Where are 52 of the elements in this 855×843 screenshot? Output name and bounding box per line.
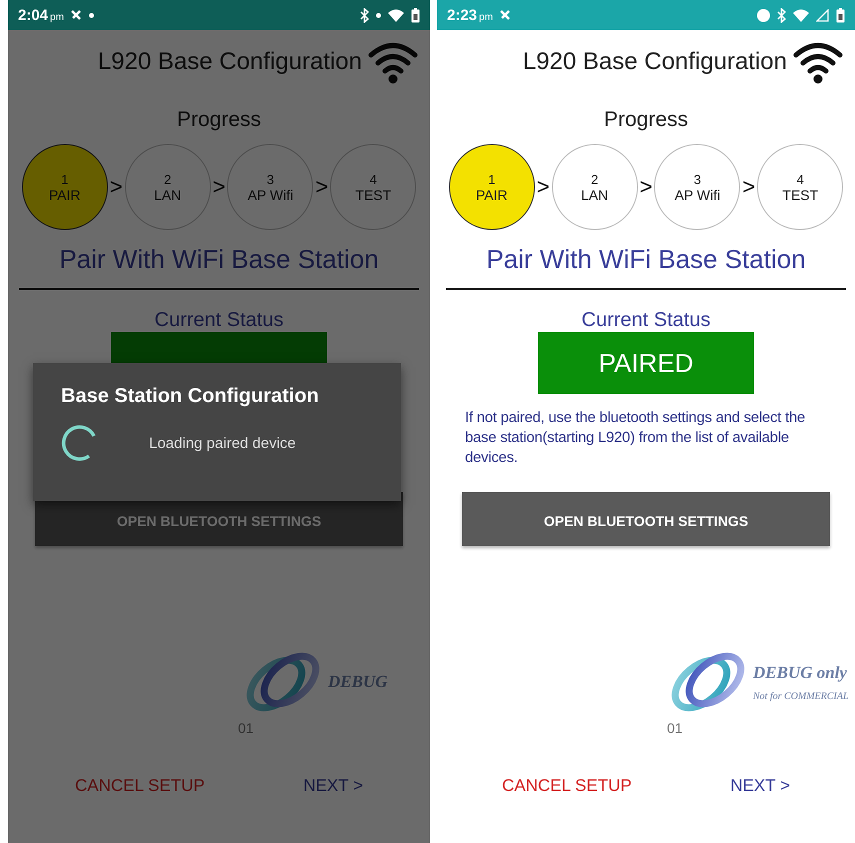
step-circle[interactable]: 3 AP Wifi [227,144,314,230]
wifi-icon [793,8,809,22]
wifi-icon [793,40,843,84]
dialog-title: Base Station Configuration [61,385,320,408]
step-arrow: > [742,174,756,200]
next-link[interactable]: NEXT > [297,772,369,800]
status-indicator: PAIRED [538,332,754,394]
bluetooth-settings-button[interactable]: OPEN BLUETOOTH SETTINGS [462,492,830,546]
step-arrow: > [315,174,328,200]
step-arrow: > [640,174,652,200]
battery-icon [836,8,845,22]
clock-period: pm [479,12,493,22]
dialog-message: Loading paired device [149,434,296,452]
step-circle[interactable]: 1 PAIR [22,144,108,230]
step-arrow: > [110,174,123,200]
clock-time: 2:23 [447,6,478,24]
cancel-setup-link[interactable]: CANCEL SETUP [69,772,211,800]
next-link[interactable]: NEXT > [724,772,796,800]
step-circle[interactable]: 4 TEST [330,144,416,230]
step-circle[interactable]: 3 AP Wifi [654,144,740,230]
section-heading: Pair With WiFi Base Station [59,244,379,275]
step-circle[interactable]: 1 PAIR [448,144,535,230]
logo-title: DEBUG only [753,662,848,682]
progress-label: Progress [176,108,262,132]
status-label: Current Status [154,309,284,332]
version-number: 01 [238,720,254,736]
circle-icon [757,8,770,22]
clock-period: pm [50,12,64,22]
step-arrow: > [536,174,550,200]
battery-icon [411,8,420,22]
instructions-text: If not paired, use the bluetooth settings and select the base station(starting L920) from the list of available devices. [465,409,806,468]
status-label: Current Status [582,309,710,332]
dot-icon [376,12,381,18]
progress-label: Progress [604,108,688,132]
wifi-icon [368,40,418,84]
logo-subtitle: Not for COMMERCIAL [753,690,849,702]
signal-icon [816,8,829,22]
version-number: 01 [667,720,683,736]
bluetooth-icon [360,8,369,22]
cancel-setup-link[interactable]: CANCEL SETUP [496,772,638,800]
step-circle[interactable]: 2 LAN [552,144,638,230]
screen-title: L920 Base Configuration [98,48,362,76]
step-arrow: > [212,174,226,200]
bluetooth-icon [777,8,786,22]
step-circle[interactable]: 2 LAN [124,144,211,230]
section-heading: Pair With WiFi Base Station [486,244,806,275]
wifi-icon [388,8,404,22]
screen-title: L920 Base Configuration [522,48,787,76]
logo-title: DEBUG [328,672,388,692]
step-circle[interactable]: 4 TEST [757,144,844,230]
dot-icon [88,12,94,18]
clock-time: 2:04 [18,6,48,24]
